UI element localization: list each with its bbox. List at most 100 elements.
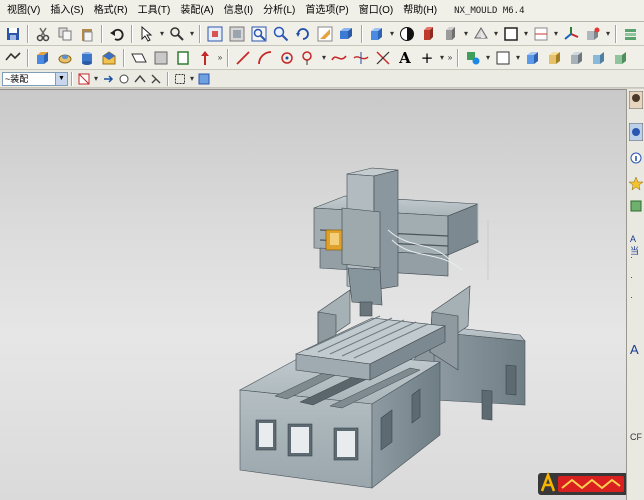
history-tab[interactable] — [629, 123, 643, 141]
dropdown-arrow[interactable]: ▾ — [92, 72, 100, 86]
menu-tools[interactable]: 工具(T) — [133, 0, 176, 22]
select-button[interactable] — [137, 24, 157, 44]
dropdown-arrow[interactable]: ▾ — [484, 48, 492, 68]
snap-mid-button[interactable] — [133, 72, 147, 86]
zoom-in-button[interactable] — [271, 24, 291, 44]
dropdown-arrow[interactable]: ▾ — [462, 24, 470, 44]
selection-toolbar: ~装配 ▼ ▾ ▾ — [0, 70, 644, 88]
cut-button[interactable] — [33, 24, 53, 44]
zoom-button[interactable] — [227, 24, 247, 44]
machine-model[interactable] — [0, 90, 626, 500]
layer-settings-button[interactable] — [611, 48, 631, 68]
spindle-carriage — [341, 207, 381, 269]
line-button[interactable] — [233, 48, 253, 68]
box-button[interactable] — [493, 48, 513, 68]
paste-button[interactable] — [77, 24, 97, 44]
render-style-button[interactable] — [419, 24, 439, 44]
copy-button[interactable] — [55, 24, 75, 44]
dropdown-arrow[interactable]: ▾ — [188, 72, 196, 86]
dropdown-arrow[interactable]: ▾ — [492, 24, 500, 44]
snap-point-button[interactable] — [101, 72, 115, 86]
blend-button[interactable] — [99, 48, 119, 68]
plus-button[interactable]: + — [417, 48, 437, 68]
color-icon — [504, 26, 518, 41]
offset-button[interactable] — [373, 48, 393, 68]
wcs-button[interactable] — [561, 24, 581, 44]
boolean-button[interactable] — [129, 48, 149, 68]
perspective-button[interactable] — [337, 24, 357, 44]
dropdown-arrow[interactable]: ▾ — [158, 24, 166, 44]
dropdown-arrow[interactable]: ▾ — [552, 24, 560, 44]
menu-information[interactable]: 信息(I) — [219, 0, 258, 22]
menu-window[interactable]: 窗口(O) — [354, 0, 398, 22]
circle-button[interactable] — [299, 48, 319, 68]
menu-format[interactable]: 格式(R) — [89, 0, 133, 22]
menu-view[interactable]: 视图(V) — [2, 0, 45, 22]
menu-assembly[interactable]: 装配(A) — [175, 0, 218, 22]
dropdown-arrow[interactable]: ▾ — [604, 24, 612, 44]
info-glyph — [635, 156, 637, 161]
zoom-window-button[interactable] — [249, 24, 269, 44]
arc-button[interactable] — [255, 48, 275, 68]
snap-end-button[interactable] — [117, 72, 131, 86]
section-view-button[interactable] — [441, 24, 461, 44]
boolean-icon — [131, 53, 147, 62]
extrude-button[interactable] — [33, 48, 53, 68]
rotate-button[interactable] — [293, 24, 313, 44]
color-button[interactable] — [501, 24, 521, 44]
menu-analysis[interactable]: 分析(L) — [258, 0, 300, 22]
dropdown-arrow[interactable]: ▾ — [522, 24, 530, 44]
roles-icon[interactable] — [629, 197, 643, 215]
fit-view-button[interactable] — [205, 24, 225, 44]
avatar-tab[interactable] — [629, 91, 643, 109]
filter-button[interactable] — [77, 72, 91, 86]
dropdown-arrow[interactable]: ▾ — [320, 48, 328, 68]
text-button[interactable]: A — [395, 48, 415, 68]
arrow-up-button[interactable] — [195, 48, 215, 68]
menu-insert[interactable]: 插入(S) — [45, 0, 88, 22]
pan-button[interactable] — [315, 24, 335, 44]
select-rect-button[interactable] — [173, 72, 187, 86]
menu-help[interactable]: 帮助(H) — [398, 0, 442, 22]
undo-button[interactable] — [107, 24, 127, 44]
cylinder-button[interactable] — [523, 48, 543, 68]
layer-button[interactable] — [471, 24, 491, 44]
trim-button[interactable] — [351, 48, 371, 68]
save-button[interactable] — [3, 24, 23, 44]
snap-center-button[interactable] — [149, 72, 163, 86]
block-icon — [571, 51, 582, 64]
sketch-button[interactable] — [151, 48, 171, 68]
graphics-window[interactable] — [0, 89, 626, 500]
info-icon[interactable] — [629, 149, 643, 167]
view-button[interactable] — [197, 72, 211, 86]
rectangle-button[interactable] — [173, 48, 193, 68]
display-button[interactable] — [531, 24, 551, 44]
feature-button[interactable] — [3, 48, 23, 68]
shaded-cube-button[interactable] — [367, 24, 387, 44]
menu-preferences[interactable]: 首选项(P) — [300, 0, 353, 22]
dropdown-arrow[interactable]: ▾ — [388, 24, 396, 44]
type-filter-select[interactable]: ~装配 ▼ — [2, 71, 68, 86]
orient-view-button[interactable] — [397, 24, 417, 44]
revolve-button[interactable] — [55, 48, 75, 68]
command-finder-button[interactable] — [167, 24, 187, 44]
rotate-icon — [296, 27, 309, 40]
group-button[interactable] — [463, 48, 483, 68]
block-button[interactable] — [567, 48, 587, 68]
revolve-icon — [58, 54, 72, 63]
section-view-icon — [446, 26, 455, 40]
chevron-down-icon[interactable]: ▼ — [55, 72, 67, 85]
favorites-icon[interactable] — [629, 175, 643, 193]
part-navigator-button[interactable] — [583, 24, 603, 44]
dropdown-arrow[interactable]: ▾ — [188, 24, 196, 44]
spline-button[interactable] — [329, 48, 349, 68]
cone-button[interactable] — [589, 48, 609, 68]
assembly-button[interactable] — [621, 24, 641, 44]
dropdown-arrow[interactable]: ▾ — [514, 48, 522, 68]
point-button[interactable] — [277, 48, 297, 68]
sphere-button[interactable] — [545, 48, 565, 68]
hole-button[interactable] — [77, 48, 97, 68]
toolbar-overflow-chevron[interactable]: » — [216, 48, 224, 68]
dropdown-arrow[interactable]: ▾ — [438, 48, 446, 68]
toolbar-overflow-chevron[interactable]: » — [446, 48, 454, 68]
